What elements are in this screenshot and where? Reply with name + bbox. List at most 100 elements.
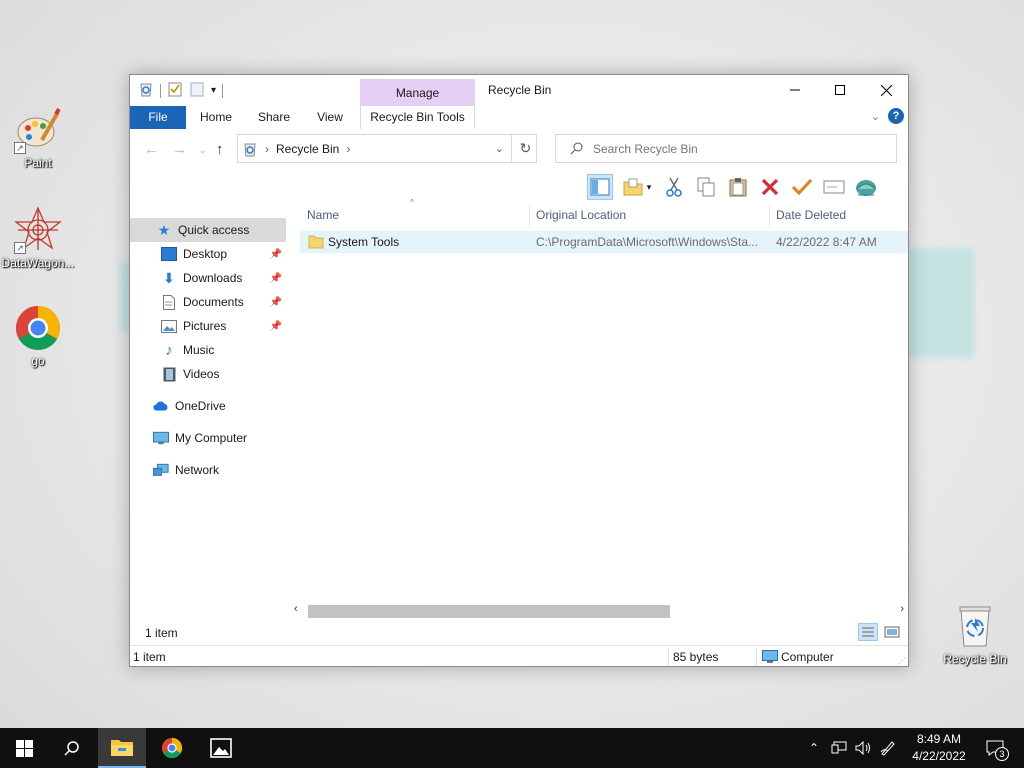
- column-header-name[interactable]: Name: [300, 202, 528, 228]
- scroll-right-icon[interactable]: ›: [900, 603, 904, 615]
- horizontal-scrollbar[interactable]: ‹ ›: [290, 603, 908, 620]
- nav-music[interactable]: ♪ Music: [130, 338, 286, 362]
- nav-label: Network: [175, 463, 220, 477]
- desktop-icon-recycle-bin[interactable]: Recycle Bin: [937, 602, 1013, 666]
- status-separator: [668, 648, 669, 666]
- taskbar-clock[interactable]: 8:49 AM 4/22/2022: [906, 731, 972, 765]
- tab-recycle-bin-tools[interactable]: Recycle Bin Tools: [360, 106, 475, 129]
- nav-network[interactable]: Network: [130, 458, 286, 482]
- view-buttons: [858, 623, 902, 641]
- star-icon: ★: [157, 221, 171, 238]
- scroll-left-icon[interactable]: ‹: [294, 603, 298, 615]
- show-hidden-icons-button[interactable]: ⌃: [806, 728, 822, 768]
- properties-button[interactable]: [853, 174, 879, 200]
- quick-access-toolbar: ▾: [138, 81, 224, 100]
- cut-button[interactable]: [661, 174, 687, 200]
- minimize-button[interactable]: [772, 75, 818, 105]
- wallpaper-blob-right: [908, 248, 974, 358]
- file-list[interactable]: ^ Name Original Location Date Deleted Sy…: [300, 198, 908, 622]
- breadcrumb-recycle-bin[interactable]: Recycle Bin: [276, 142, 339, 156]
- action-center-button[interactable]: 3: [982, 728, 1009, 768]
- scrollbar-thumb[interactable]: [308, 605, 670, 618]
- taskbar-photos[interactable]: [197, 728, 245, 768]
- column-header-original-location[interactable]: Original Location: [529, 202, 769, 228]
- qat-separator: [160, 83, 161, 98]
- tab-file[interactable]: File: [130, 106, 186, 129]
- nav-onedrive[interactable]: OneDrive: [130, 394, 286, 418]
- properties-icon[interactable]: [167, 81, 183, 100]
- nav-quick-access[interactable]: ★ Quick access: [130, 218, 286, 242]
- copy-button[interactable]: [693, 174, 719, 200]
- navigation-pane-button[interactable]: [587, 174, 613, 200]
- navigation-pane: ★ Quick access Desktop 📌 ⬇ Downloads 📌 D…: [130, 205, 290, 605]
- checkmark-icon: [792, 178, 812, 196]
- status-size: 85 bytes: [673, 650, 719, 664]
- pin-icon[interactable]: 📌: [270, 273, 282, 284]
- pin-icon[interactable]: 📌: [270, 249, 282, 260]
- notification-count-badge: 3: [995, 747, 1009, 761]
- details-view-icon[interactable]: [858, 623, 878, 641]
- status-separator: [756, 648, 757, 666]
- forward-arrow-icon[interactable]: →: [172, 141, 187, 158]
- shortcut-arrow-icon: ↗: [14, 242, 26, 254]
- address-dropdown-icon[interactable]: ⌄: [495, 142, 504, 155]
- restore-button[interactable]: [789, 174, 815, 200]
- start-button[interactable]: [0, 728, 48, 768]
- title-bar[interactable]: ▾ Manage Recycle Bin: [130, 75, 909, 107]
- address-bar[interactable]: › Recycle Bin › ⌄: [237, 134, 537, 163]
- large-icons-view-icon[interactable]: [882, 623, 902, 641]
- expand-ribbon-icon[interactable]: ⌄: [871, 110, 880, 123]
- nav-my-computer[interactable]: My Computer: [130, 426, 286, 450]
- maximize-button[interactable]: [817, 75, 863, 105]
- resize-grip-icon[interactable]: ⋰: [898, 656, 906, 665]
- search-button[interactable]: [48, 728, 96, 768]
- network-tray-button[interactable]: [829, 728, 849, 768]
- back-arrow-icon[interactable]: ←: [144, 141, 159, 158]
- nav-label: Videos: [183, 367, 220, 381]
- help-icon[interactable]: ?: [888, 108, 904, 124]
- chrome-icon: [14, 304, 62, 352]
- nav-videos[interactable]: Videos: [130, 362, 286, 386]
- volume-button[interactable]: [853, 728, 873, 768]
- column-header-date-deleted[interactable]: Date Deleted: [769, 202, 908, 228]
- taskbar-file-explorer[interactable]: [98, 728, 146, 768]
- recent-locations-icon[interactable]: ⌄: [199, 145, 207, 156]
- file-name: System Tools: [328, 235, 400, 249]
- pen-icon: [880, 741, 895, 756]
- desktop-icon-chrome[interactable]: go: [0, 304, 76, 368]
- tab-share[interactable]: Share: [250, 106, 298, 129]
- search-box[interactable]: [555, 134, 897, 163]
- taskbar-chrome[interactable]: [148, 728, 196, 768]
- delete-button[interactable]: [757, 174, 783, 200]
- tab-view[interactable]: View: [306, 106, 354, 129]
- pen-button[interactable]: [878, 728, 898, 768]
- address-row: ← → ⌄ ↑ › Recycle Bin › ⌄ ↻: [130, 133, 908, 165]
- new-item-button[interactable]: ▾: [619, 174, 655, 200]
- nav-desktop[interactable]: Desktop 📌: [130, 242, 286, 266]
- desktop-icon-label: DataWagon...: [1, 256, 75, 270]
- breadcrumb-separator-icon[interactable]: ›: [346, 142, 350, 156]
- pin-icon[interactable]: 📌: [270, 297, 282, 308]
- search-icon: [570, 142, 583, 155]
- status-bar: 1 item 85 bytes Computer ⋰: [130, 645, 908, 667]
- tab-home[interactable]: Home: [192, 106, 240, 129]
- refresh-button[interactable]: ↻: [511, 134, 539, 163]
- recycle-bin-icon: [951, 602, 999, 650]
- up-arrow-icon[interactable]: ↑: [216, 141, 224, 158]
- nav-label: Pictures: [183, 319, 227, 333]
- pin-icon[interactable]: 📌: [270, 321, 282, 332]
- table-row[interactable]: System Tools C:\ProgramData\Microsoft\Wi…: [300, 231, 908, 253]
- desktop-icon-paint[interactable]: ↗ Paint: [0, 106, 76, 170]
- nav-label: Music: [183, 343, 215, 357]
- paste-button[interactable]: [725, 174, 751, 200]
- nav-downloads[interactable]: ⬇ Downloads 📌: [130, 266, 286, 290]
- nav-pictures[interactable]: Pictures 📌: [130, 314, 286, 338]
- close-button[interactable]: [863, 75, 909, 105]
- desktop-icon-datawagon[interactable]: ↗ DataWagon...: [0, 206, 76, 270]
- new-folder-icon[interactable]: [189, 81, 205, 100]
- search-input[interactable]: [593, 141, 873, 156]
- qat-dropdown-icon[interactable]: ▾: [211, 85, 216, 96]
- nav-documents[interactable]: Documents 📌: [130, 290, 286, 314]
- rename-button[interactable]: [821, 174, 847, 200]
- explorer-window[interactable]: ▾ Manage Recycle Bin File Home Share Vie…: [129, 74, 909, 667]
